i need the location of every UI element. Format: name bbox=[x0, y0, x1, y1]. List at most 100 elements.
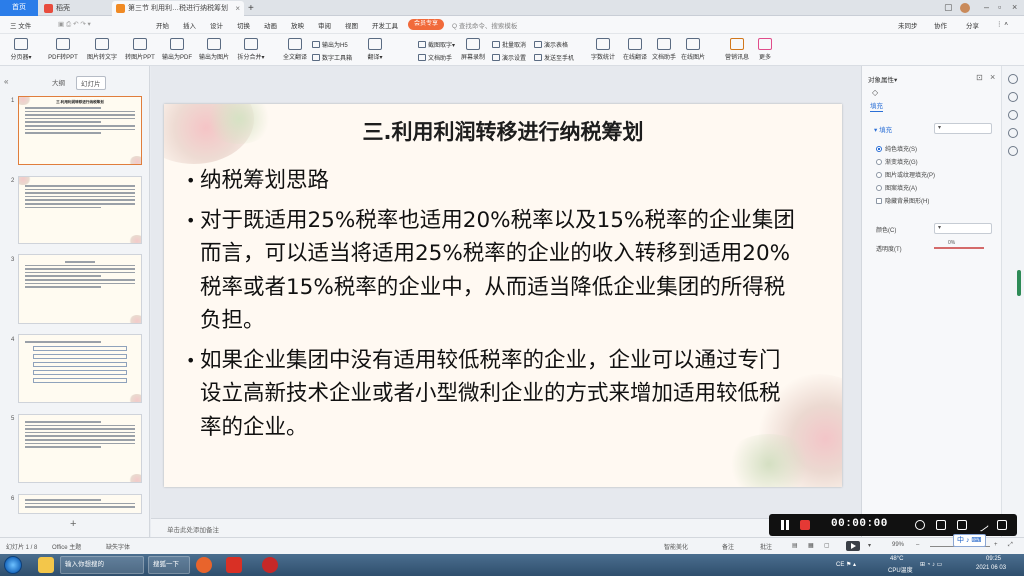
menu-file[interactable]: 三 文件 bbox=[10, 20, 31, 30]
tab-document[interactable]: 第三节 利用利…税进行纳税筹划 × bbox=[112, 1, 244, 16]
folder-icon[interactable] bbox=[38, 557, 54, 573]
clock-icon[interactable] bbox=[1008, 128, 1018, 138]
close-tab-icon[interactable]: × bbox=[235, 1, 240, 16]
presentation-table-button[interactable]: 演示表格 bbox=[534, 40, 568, 49]
fill-bucket-icon[interactable]: ◇ bbox=[872, 88, 878, 97]
slide-thumbnail-1[interactable]: 三.利用利润转移进行纳税筹划 bbox=[18, 96, 142, 165]
command-search[interactable]: Q 查找命令、搜索模板 bbox=[452, 20, 517, 30]
solid-fill-option[interactable]: 纯色填充(S) bbox=[876, 144, 917, 153]
member-badge[interactable]: 会员专享 bbox=[408, 19, 445, 30]
menu-transition[interactable]: 切换 bbox=[237, 20, 250, 30]
fill-section-header[interactable]: ▾ 填充 bbox=[874, 124, 892, 134]
recorder-app-icon[interactable] bbox=[262, 557, 278, 573]
scrollbar-thumb[interactable] bbox=[1017, 270, 1021, 296]
new-tab-button[interactable]: + bbox=[246, 1, 260, 16]
property-icon[interactable] bbox=[1008, 74, 1018, 84]
menu-view[interactable]: 视图 bbox=[345, 20, 358, 30]
pause-icon[interactable] bbox=[779, 519, 791, 531]
tab-slides[interactable]: 幻灯片 bbox=[76, 76, 106, 90]
doc-assistant-big-button[interactable]: 文档助手 bbox=[650, 38, 678, 61]
play-slideshow-button[interactable] bbox=[846, 541, 860, 551]
online-image-button[interactable]: 在线图片 bbox=[678, 38, 708, 61]
ime-indicator[interactable]: 中 ♪ ⌨ bbox=[953, 534, 986, 547]
avatar[interactable] bbox=[960, 3, 970, 13]
property-pane-title[interactable]: 对象属性▾ bbox=[868, 74, 897, 84]
maximize-icon[interactable]: ▫ bbox=[998, 2, 1001, 12]
menu-slideshow[interactable]: 放映 bbox=[291, 20, 304, 30]
menu-animation[interactable]: 动画 bbox=[264, 20, 277, 30]
missing-font-button[interactable]: 缺失字体 bbox=[106, 542, 130, 551]
picture-fill-option[interactable]: 图片或纹理填充(P) bbox=[876, 170, 935, 179]
camera-icon[interactable] bbox=[957, 520, 967, 530]
reading-view-icon[interactable]: ▢ bbox=[824, 542, 830, 549]
search-taskbar-item[interactable]: 输入你想搜的 bbox=[60, 556, 144, 574]
screenshot-text-button[interactable]: 截图取字▾ bbox=[418, 40, 455, 49]
more-icon[interactable]: ⋮ ˄ bbox=[996, 20, 1008, 28]
firefox-icon[interactable] bbox=[196, 557, 212, 573]
tray-network-icons[interactable]: ⊞ ◔ ♪ ▭ bbox=[920, 561, 942, 568]
close-window-icon[interactable]: × bbox=[1012, 2, 1017, 12]
tab-fill[interactable]: 填充 bbox=[870, 100, 883, 112]
menu-review[interactable]: 审阅 bbox=[318, 20, 331, 30]
window-layout-icon[interactable]: ▢ bbox=[944, 2, 953, 13]
slide-body[interactable]: 纳税筹划思路 对于既适用25%税率也适用20%税率以及15%税率的企业集团而言，… bbox=[186, 164, 796, 444]
slide-thumbnail-6[interactable] bbox=[18, 494, 142, 514]
split-merge-button[interactable]: 拆分合并▾ bbox=[234, 38, 268, 61]
collapse-panel-icon[interactable]: « bbox=[4, 77, 8, 86]
gradient-fill-option[interactable]: 渐变填充(G) bbox=[876, 157, 918, 166]
zoom-out-icon[interactable]: – bbox=[916, 542, 919, 548]
help-icon[interactable] bbox=[1008, 146, 1018, 156]
close-pane-icon[interactable]: × bbox=[990, 72, 995, 82]
sohu-taskbar-item[interactable]: 搜狐一下 bbox=[148, 556, 190, 574]
screen-record-button[interactable]: 屏幕录制 bbox=[458, 38, 488, 61]
menu-design[interactable]: 设计 bbox=[210, 20, 223, 30]
more-button[interactable]: 更多 bbox=[754, 38, 776, 61]
wps-icon[interactable] bbox=[226, 557, 242, 573]
menu-start[interactable]: 开始 bbox=[156, 20, 169, 30]
normal-view-icon[interactable]: ▤ bbox=[792, 542, 798, 549]
pdf-to-ppt-button[interactable]: PDF转PPT bbox=[46, 38, 80, 61]
slideshow-menu-icon[interactable]: ▾ bbox=[868, 542, 871, 549]
minimize-icon[interactable]: – bbox=[984, 2, 989, 12]
digital-toolbox-button[interactable]: 数字工具箱 bbox=[312, 53, 352, 62]
crop-icon[interactable] bbox=[936, 520, 946, 530]
quick-access-icons[interactable]: ▣ ⎙ ↶ ↷ ▾ bbox=[58, 20, 91, 29]
word-count-button[interactable]: 字数统计 bbox=[588, 38, 618, 61]
notes-toggle[interactable]: 备注 bbox=[722, 542, 734, 551]
transparency-slider[interactable] bbox=[934, 247, 984, 249]
tab-docer[interactable]: 稻壳 bbox=[40, 1, 100, 16]
doc-assistant-button[interactable]: 文档助手 bbox=[418, 53, 452, 62]
marketing-button[interactable]: 营销讯息 bbox=[722, 38, 752, 61]
collaborate-button[interactable]: 协作 bbox=[934, 20, 947, 30]
style-icon[interactable] bbox=[1008, 92, 1018, 102]
slide-thumbnail-3[interactable] bbox=[18, 254, 142, 324]
export-pdf-button[interactable]: 输出为PDF bbox=[160, 38, 194, 61]
notes-placeholder[interactable]: 单击此处添加备注 bbox=[167, 524, 219, 534]
smart-beautify-button[interactable]: 智能美化 bbox=[664, 542, 688, 551]
slide-thumbnail-2[interactable] bbox=[18, 176, 142, 244]
pin-icon[interactable]: ⊡ bbox=[976, 73, 983, 82]
export-image-button[interactable]: 输出为图片 bbox=[196, 38, 232, 61]
menu-insert[interactable]: 插入 bbox=[183, 20, 196, 30]
webcam-icon[interactable] bbox=[915, 520, 925, 530]
tab-home[interactable]: 首页 bbox=[0, 0, 38, 16]
hide-background-checkbox[interactable]: 隐藏背景图形(H) bbox=[876, 196, 929, 205]
menu-developer[interactable]: 开发工具 bbox=[372, 20, 398, 30]
sorter-view-icon[interactable]: ▦ bbox=[808, 542, 814, 549]
online-translate-button[interactable]: 在线翻译 bbox=[620, 38, 650, 61]
start-button[interactable] bbox=[4, 556, 22, 574]
pen-icon[interactable] bbox=[975, 518, 989, 532]
image-to-text-button[interactable]: 图片转文字 bbox=[84, 38, 120, 61]
sync-status[interactable]: 未同步 bbox=[898, 20, 918, 30]
export-h5-button[interactable]: 输出为H5 bbox=[312, 40, 348, 49]
comments-toggle[interactable]: 批注 bbox=[760, 542, 772, 551]
window-icon[interactable] bbox=[997, 520, 1007, 530]
tab-outline[interactable]: 大纲 bbox=[48, 76, 69, 88]
send-to-phone-button[interactable]: 发送至手机 bbox=[534, 53, 574, 62]
paginator-button[interactable]: 分页器▾ bbox=[6, 38, 36, 61]
fit-window-icon[interactable]: ⤢ bbox=[1008, 542, 1013, 549]
share-button[interactable]: 分享 bbox=[966, 20, 979, 30]
zoom-in-icon[interactable]: + bbox=[994, 542, 998, 548]
current-slide[interactable]: 三.利用利润转移进行纳税筹划 纳税筹划思路 对于既适用25%税率也适用20%税率… bbox=[164, 104, 842, 487]
add-slide-button[interactable]: + bbox=[70, 518, 76, 530]
